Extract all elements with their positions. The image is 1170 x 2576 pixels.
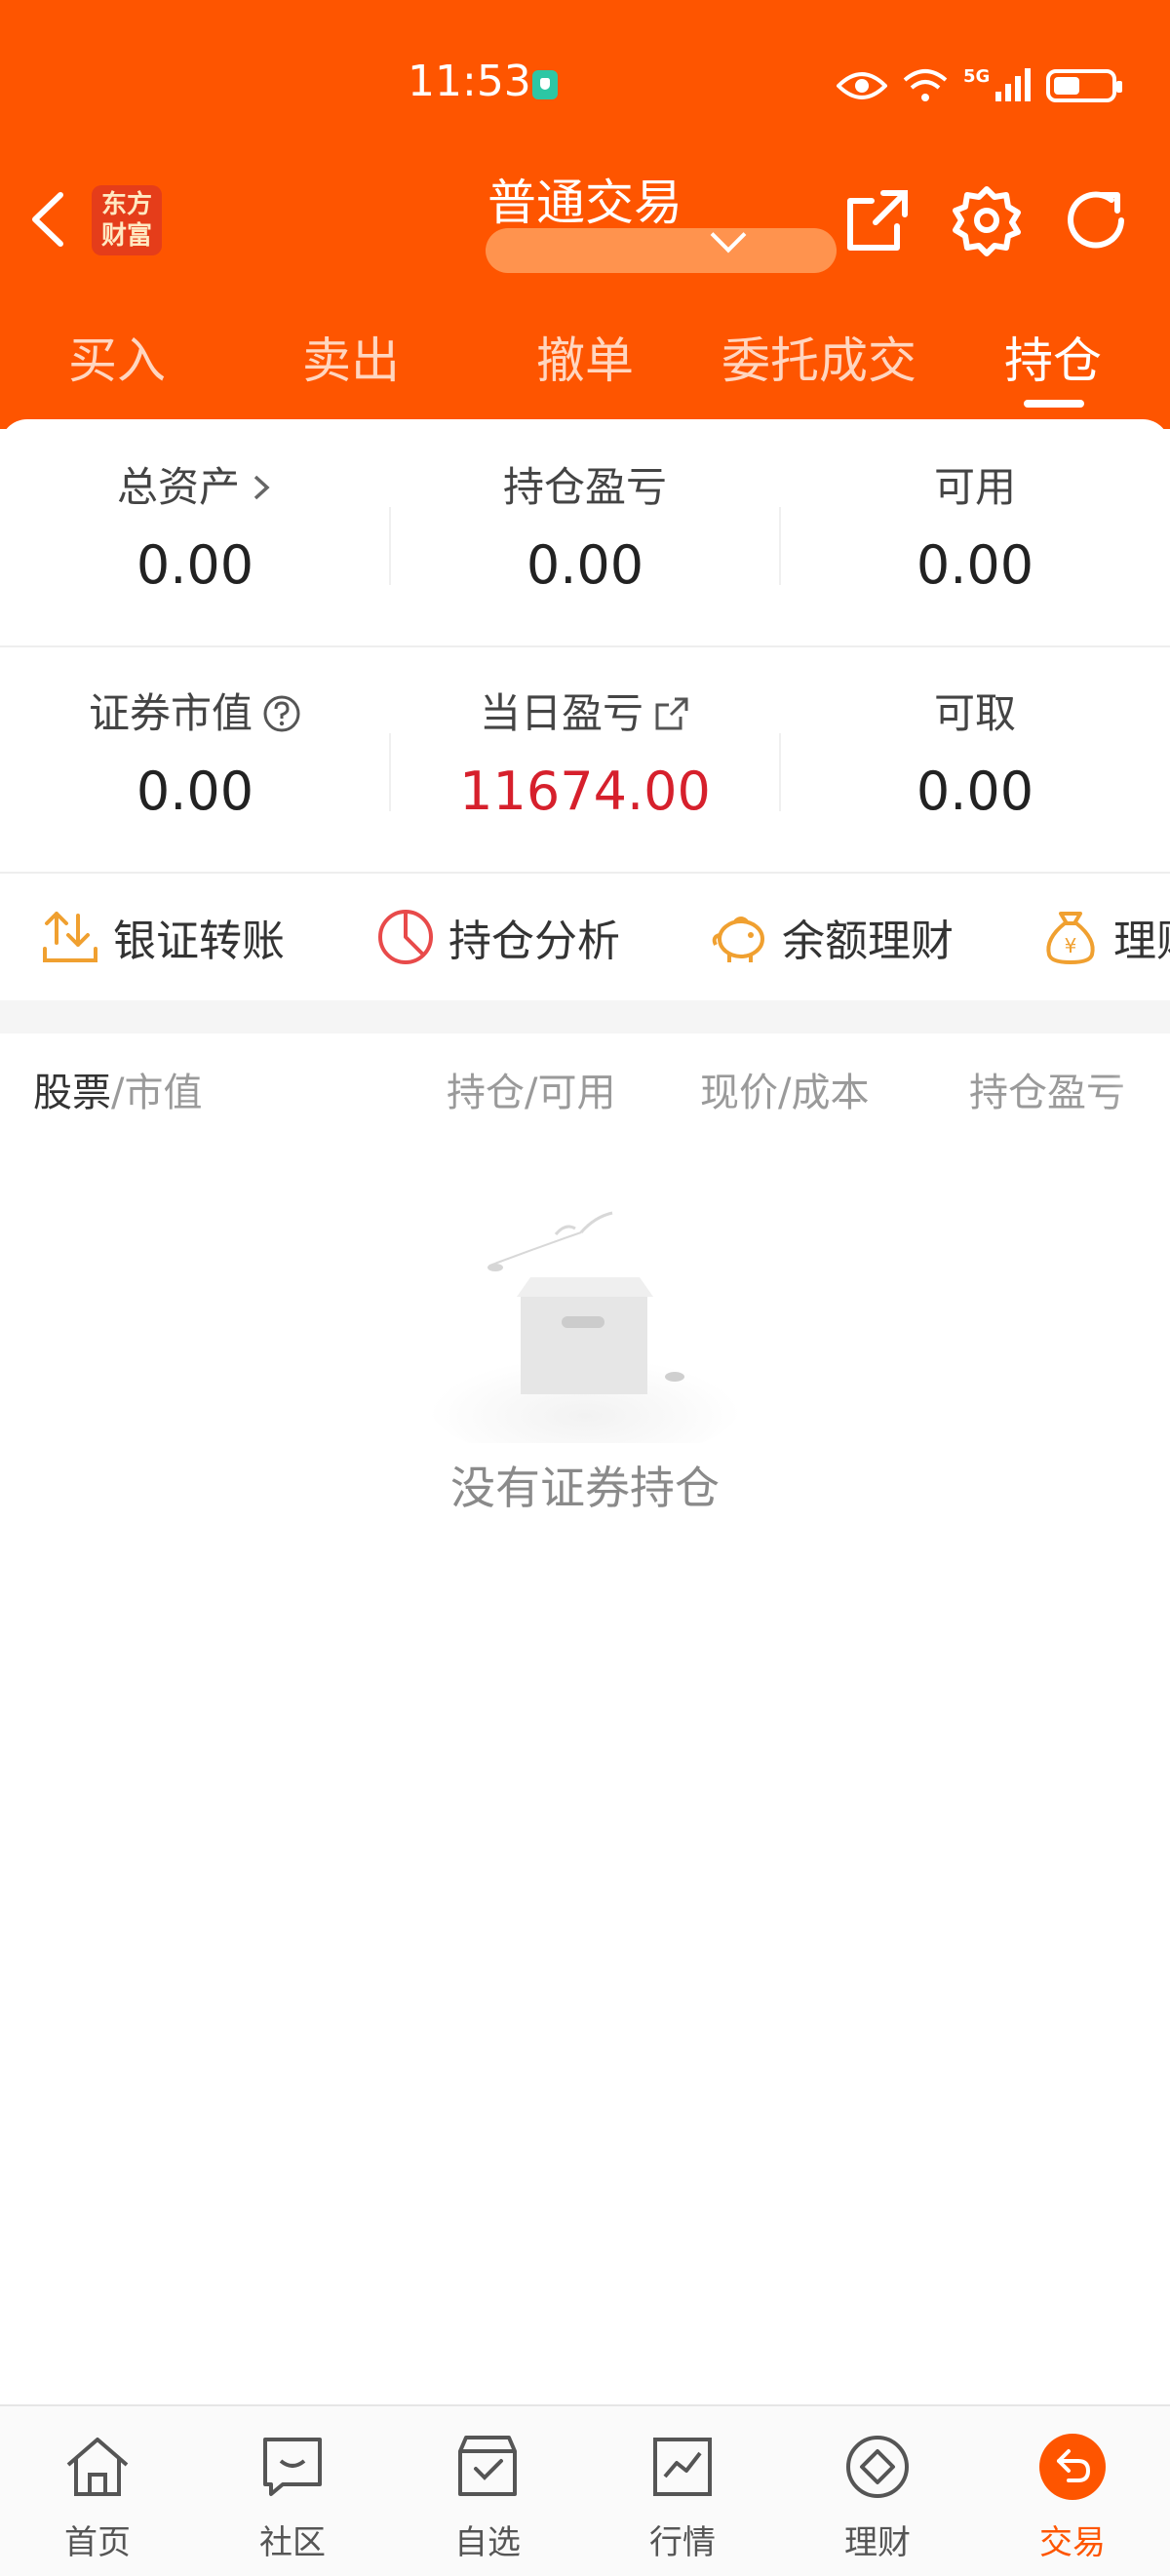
quick-action-wealth[interactable]: ¥ 理财 <box>1039 903 1170 971</box>
nav-label: 交易 <box>1039 2523 1106 2562</box>
quick-action-bank-transfer[interactable]: 银证转账 <box>39 903 285 971</box>
market-icon <box>653 2438 712 2496</box>
transfer-icon <box>43 912 98 962</box>
position-pnl-label: 持仓盈亏 <box>502 463 667 511</box>
tab-cancel-order[interactable]: 撤单 <box>536 322 634 392</box>
trade-icon <box>1039 2434 1106 2500</box>
tab-buy[interactable]: 买入 <box>68 322 166 392</box>
market-value: 证券市值 0.00 <box>0 684 390 823</box>
watchlist-icon <box>458 2436 517 2496</box>
total-assets[interactable]: 总资产 0.00 <box>0 458 390 597</box>
tab-sell[interactable]: 卖出 <box>302 322 400 392</box>
battery-icon <box>1046 69 1123 102</box>
daily-pnl-value: 11674.00 <box>459 761 711 822</box>
trade-tabs: 买入 卖出 撤单 委托成交 持仓 <box>0 302 1170 410</box>
signal-icon <box>995 68 1032 101</box>
gear-icon[interactable] <box>950 183 1024 257</box>
eye-icon <box>837 72 887 99</box>
header-bar: 11:53 5G 东方财富 普通交易 买入 卖出 撤单 委托成交 持仓 <box>0 0 1170 429</box>
network-label: 5G <box>963 66 991 87</box>
positions-list-header: 股票/市值 持仓/可用 现价/成本 持仓盈亏 <box>0 1043 1170 1131</box>
withdrawable-funds: 可取 0.00 <box>780 684 1170 823</box>
nav-label: 自选 <box>454 2523 521 2562</box>
withdrawable-value: 0.00 <box>916 761 1034 822</box>
section-gap <box>0 1000 1170 1034</box>
vpn-shield-icon <box>532 70 558 99</box>
quick-action-balance-wealth[interactable]: 余额理财 <box>708 903 954 971</box>
available-value: 0.00 <box>916 534 1034 596</box>
home-icon <box>66 2438 129 2496</box>
tab-orders-trades[interactable]: 委托成交 <box>722 322 916 392</box>
empty-box-illustration <box>429 1211 741 1443</box>
redacted-account <box>486 228 837 273</box>
nav-label: 理财 <box>844 2523 911 2562</box>
status-icons: 5G <box>837 62 1123 109</box>
quick-action-label: 持仓分析 <box>448 917 620 966</box>
external-link-icon <box>655 697 688 730</box>
col-position-pnl: 持仓盈亏 <box>969 1071 1125 1115</box>
active-tab-indicator <box>1024 400 1084 408</box>
available-label: 可用 <box>933 463 1016 511</box>
quick-action-label: 理财 <box>1113 917 1170 966</box>
quick-action-position-analysis[interactable]: 持仓分析 <box>374 903 620 971</box>
daily-pnl-label: 当日盈亏 <box>479 689 644 737</box>
daily-pnl[interactable]: 当日盈亏 11674.00 <box>390 684 780 823</box>
total-assets-value: 0.00 <box>136 534 254 596</box>
nav-label: 行情 <box>649 2523 716 2562</box>
available-funds: 可用 0.00 <box>780 458 1170 597</box>
position-pnl-value: 0.00 <box>526 534 644 596</box>
total-assets-label: 总资产 <box>116 463 240 511</box>
refresh-icon[interactable] <box>1059 183 1133 257</box>
col-stock-label: 股票 <box>33 1071 111 1115</box>
nav-market[interactable]: 行情 <box>585 2428 780 2563</box>
share-icon[interactable] <box>840 183 915 257</box>
nav-watchlist[interactable]: 自选 <box>390 2428 585 2563</box>
status-time: 11:53 <box>408 57 531 106</box>
wealth-icon <box>846 2436 909 2498</box>
withdrawable-label: 可取 <box>933 689 1016 737</box>
pie-chart-icon <box>378 910 433 964</box>
community-icon <box>263 2438 322 2496</box>
col-holding-available: 持仓/可用 <box>447 1071 616 1115</box>
nav-label: 社区 <box>259 2523 326 2562</box>
money-bag-icon: ¥ <box>1046 912 1095 964</box>
market-value-label: 证券市值 <box>88 689 253 737</box>
scroll-fade <box>1112 1043 1170 1121</box>
col-price-cost: 现价/成本 <box>700 1071 870 1115</box>
tab-positions[interactable]: 持仓 <box>1004 322 1102 392</box>
empty-state-message: 没有证券持仓 <box>450 1462 720 1514</box>
col-stock-market-value: 股票/市值 <box>33 1061 202 1117</box>
quick-action-label: 银证转账 <box>113 917 285 966</box>
col-market-value-label: /市值 <box>111 1071 203 1115</box>
chevron-right-icon <box>254 475 270 500</box>
quick-actions-row: 银证转账 持仓分析 余额理财 ¥ 理财 <box>0 874 1170 1000</box>
nav-wealth[interactable]: 理财 <box>780 2428 975 2563</box>
wifi-icon <box>903 69 948 101</box>
nav-home[interactable]: 首页 <box>0 2428 195 2563</box>
nav-trade[interactable]: 交易 <box>975 2428 1170 2563</box>
bottom-nav: 首页 社区 自选 行情 理财 交易 <box>0 2404 1170 2576</box>
quick-action-label: 余额理财 <box>782 917 954 966</box>
nav-label: 首页 <box>64 2523 131 2562</box>
nav-community[interactable]: 社区 <box>195 2428 390 2563</box>
row-divider <box>0 645 1170 647</box>
piggy-bank-icon <box>712 917 764 962</box>
svg-text:¥: ¥ <box>1065 934 1077 957</box>
account-selector[interactable] <box>486 216 837 277</box>
position-pnl: 持仓盈亏 0.00 <box>390 458 780 597</box>
help-icon[interactable] <box>262 694 301 733</box>
market-value-value: 0.00 <box>136 761 254 822</box>
